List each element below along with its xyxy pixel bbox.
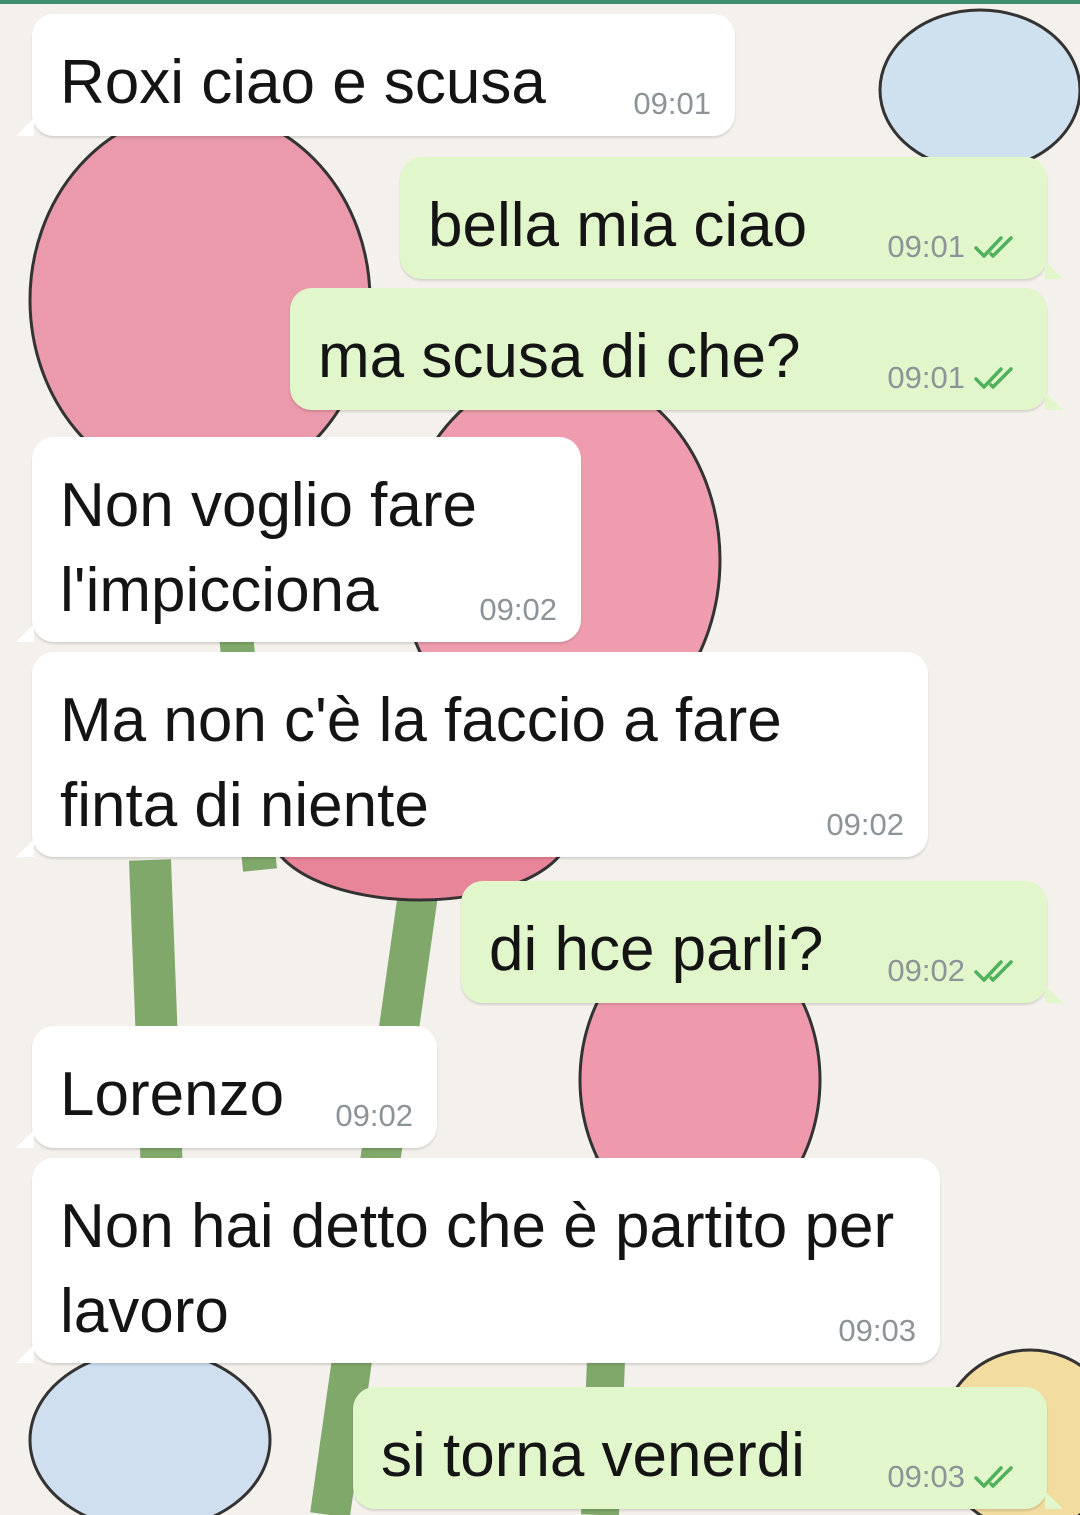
message-text: Roxi ciao e scusa — [60, 48, 546, 117]
message-meta: 09:03 — [887, 1459, 1023, 1495]
outgoing-message-bubble[interactable]: ma scusa di che? 09:01 — [290, 288, 1063, 410]
outgoing-message-bubble[interactable]: si torna venerdi 09:03 — [353, 1387, 1063, 1509]
top-accent-line — [0, 0, 1080, 4]
message-timestamp: 09:01 — [887, 229, 965, 264]
incoming-message-bubble[interactable]: Non voglio fare l'impicciona 09:02 — [16, 437, 581, 642]
outgoing-message-bubble[interactable]: di hce parli? 09:02 — [461, 881, 1063, 1003]
double-check-icon — [974, 236, 1013, 258]
message-timestamp: 09:02 — [479, 592, 557, 627]
incoming-message-bubble[interactable]: Non hai detto che è partito per lavoro 09… — [16, 1158, 940, 1363]
message-timestamp: 09:02 — [826, 807, 904, 842]
message-meta: 09:02 — [826, 807, 904, 843]
incoming-message-bubble[interactable]: Ma non c'è la faccio a fare finta di nie… — [16, 652, 928, 857]
message-meta: 09:02 — [887, 953, 1023, 989]
message-timestamp: 09:01 — [633, 86, 711, 121]
message-meta: 09:02 — [479, 592, 557, 628]
double-check-icon — [974, 960, 1013, 982]
message-timestamp: 09:02 — [335, 1098, 413, 1133]
incoming-message-bubble[interactable]: Roxi ciao e scusa 09:01 — [16, 14, 735, 136]
message-meta: 09:01 — [633, 86, 711, 122]
double-check-icon — [974, 367, 1013, 389]
message-timestamp: 09:01 — [887, 360, 965, 395]
message-text: Ma non c'è la faccio a fare finta di nie… — [60, 686, 800, 840]
message-meta: 09:01 — [887, 360, 1023, 396]
message-timestamp: 09:03 — [838, 1313, 916, 1348]
message-meta: 09:03 — [838, 1313, 916, 1349]
message-timestamp: 09:03 — [887, 1459, 965, 1494]
incoming-message-bubble[interactable]: Lorenzo 09:02 — [16, 1026, 437, 1148]
double-check-icon — [974, 1466, 1013, 1488]
message-meta: 09:02 — [335, 1098, 413, 1134]
message-text: Non hai detto che è partito per lavoro — [60, 1192, 912, 1346]
message-meta: 09:01 — [887, 229, 1023, 265]
message-timestamp: 09:02 — [887, 953, 965, 988]
outgoing-message-bubble[interactable]: bella mia ciao 09:01 — [400, 157, 1063, 279]
